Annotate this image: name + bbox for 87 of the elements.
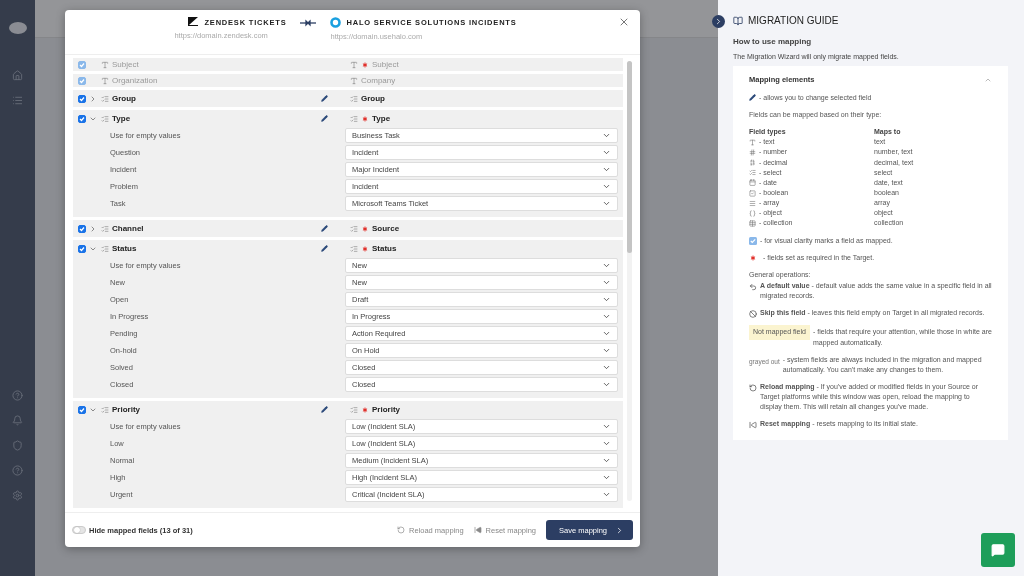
settings-icon <box>12 490 23 501</box>
hide-mapped-toggle[interactable] <box>72 526 86 534</box>
mapped-checkbox[interactable] <box>78 244 86 253</box>
edit-button[interactable] <box>321 95 328 102</box>
lines-icon <box>749 199 756 207</box>
checkbox-icon <box>749 189 756 197</box>
edit-button[interactable] <box>321 245 328 252</box>
target-field-name: Status <box>372 244 397 253</box>
list-icon <box>350 94 358 103</box>
pencil-icon <box>321 115 328 122</box>
pencil-icon <box>321 245 328 252</box>
skip-back-icon <box>473 526 482 534</box>
list-icon <box>101 405 109 414</box>
source-field-name: Group <box>112 94 136 103</box>
pencil-icon <box>321 225 328 232</box>
braces-icon <box>749 209 756 217</box>
list-icon <box>350 405 358 414</box>
mapped-checkbox[interactable] <box>78 224 86 233</box>
mapped-checkbox[interactable] <box>78 114 86 123</box>
help-icon <box>12 390 23 401</box>
target-field-name: Source <box>372 224 400 233</box>
list-icon <box>101 224 109 233</box>
help-icon <box>12 465 23 476</box>
decimal-type-icon <box>749 159 756 167</box>
text-type-icon <box>749 138 756 146</box>
mapped-checkbox[interactable] <box>78 76 86 85</box>
ban-icon <box>749 310 757 319</box>
bell-icon <box>12 415 23 426</box>
list-icon <box>101 94 109 103</box>
source-field-name: Status <box>112 244 137 253</box>
logo-icon <box>8 22 27 34</box>
undo-icon <box>749 283 757 291</box>
skip-back-icon <box>749 421 757 430</box>
mapped-checkbox[interactable] <box>78 405 86 414</box>
scrollbar-thumb[interactable] <box>627 61 632 253</box>
pencil-icon <box>749 94 756 102</box>
chevron-right-icon[interactable] <box>89 224 97 233</box>
target-field-name: Subject <box>372 60 399 69</box>
chat-button[interactable] <box>981 533 1015 567</box>
guide-title: MIGRATION GUIDE <box>748 15 839 26</box>
pencil-icon <box>321 95 328 102</box>
list-icon <box>101 244 109 253</box>
chevron-right-icon <box>714 17 723 26</box>
source-field-name: Organization <box>112 76 158 85</box>
zendesk-logo <box>188 17 200 27</box>
book-icon <box>733 15 743 26</box>
calendar-icon <box>749 179 756 187</box>
text-type-icon <box>350 76 358 85</box>
chevron-right-icon[interactable] <box>89 94 97 103</box>
text-type-icon <box>101 76 109 85</box>
source-field-name: Subject <box>112 60 139 69</box>
list-icon <box>350 244 358 253</box>
reload-icon <box>749 383 757 392</box>
arrows-icon <box>300 19 317 27</box>
list-icon <box>350 224 358 233</box>
required-icon <box>749 253 757 262</box>
home-icon <box>12 70 23 81</box>
number-type-icon <box>749 149 756 156</box>
mapped-checkbox[interactable] <box>78 94 86 103</box>
edit-button[interactable] <box>321 115 328 122</box>
halo-logo <box>330 17 342 28</box>
chevron-right-icon <box>615 525 624 535</box>
target-field-name: Company <box>361 76 396 85</box>
list-icon <box>350 114 358 123</box>
pencil-icon <box>321 406 328 413</box>
target-field-name: Priority <box>372 405 400 414</box>
text-type-icon <box>101 60 109 69</box>
chat-icon <box>991 543 1005 557</box>
mapped-checkbox[interactable] <box>78 60 86 69</box>
guide-subtitle: How to use mapping <box>733 37 813 46</box>
close-button[interactable] <box>618 16 630 28</box>
edit-button[interactable] <box>321 406 328 413</box>
shield-icon <box>12 440 23 451</box>
source-field-name: Channel <box>112 224 144 233</box>
target-field-name: Group <box>361 94 385 103</box>
source-field-name: Priority <box>112 405 140 414</box>
source-field-name: Type <box>112 114 131 123</box>
list-icon <box>12 95 23 106</box>
list-icon <box>749 169 756 177</box>
list-icon <box>101 114 109 123</box>
close-icon <box>618 16 630 28</box>
edit-button[interactable] <box>321 225 328 232</box>
reload-icon <box>396 526 405 534</box>
target-field-name: Type <box>372 114 391 123</box>
checkbox-icon <box>749 236 757 245</box>
table-icon <box>749 220 756 227</box>
text-type-icon <box>350 60 358 69</box>
